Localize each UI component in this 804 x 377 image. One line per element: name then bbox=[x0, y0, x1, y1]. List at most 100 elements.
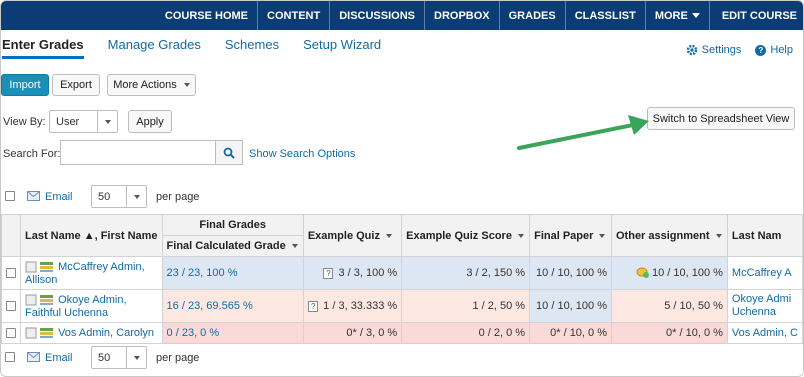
chevron-down-icon[interactable] bbox=[715, 233, 722, 238]
last-name-cell[interactable]: Okoye Admi Uchenna bbox=[726, 289, 803, 323]
user-card-icon bbox=[25, 327, 53, 339]
final-paper-header[interactable]: Final Paper bbox=[529, 214, 612, 257]
example-quiz-score-header[interactable]: Example Quiz Score bbox=[401, 214, 531, 257]
search-input[interactable] bbox=[60, 140, 216, 165]
nav-dropbox[interactable]: DROPBOX bbox=[424, 1, 499, 30]
chevron-down-icon bbox=[97, 111, 117, 132]
tab-schemes[interactable]: Schemes bbox=[225, 37, 279, 59]
name-column-header[interactable]: Last Name ▲, First Name bbox=[20, 214, 163, 257]
email-icon bbox=[27, 352, 40, 362]
tab-enter-grades[interactable]: Enter Grades bbox=[2, 37, 84, 59]
final-grade-cell[interactable]: 23 / 23, 100 % bbox=[161, 256, 304, 290]
export-button[interactable]: Export bbox=[52, 74, 100, 96]
quiz-score-cell: 1 / 2, 50 % bbox=[401, 289, 531, 323]
per-page-select-bottom[interactable]: 50 bbox=[91, 346, 147, 369]
chevron-down-icon bbox=[126, 347, 146, 368]
per-page-value: 50 bbox=[98, 351, 111, 364]
last-name-header[interactable]: Last Nam bbox=[726, 214, 803, 257]
user-card-icon bbox=[25, 294, 53, 306]
switch-spreadsheet-button[interactable]: Switch to Spreadsheet View bbox=[647, 107, 795, 130]
apply-button[interactable]: Apply bbox=[128, 110, 172, 133]
quiz-score-cell: 3 / 2, 150 % bbox=[401, 256, 531, 290]
example-quiz-header[interactable]: Example Quiz bbox=[302, 214, 403, 257]
other-header-label: Other assignment bbox=[616, 229, 710, 242]
user-card-icon bbox=[25, 261, 53, 273]
final-grades-group-header: Final Grades bbox=[161, 214, 304, 236]
quiz-score-header-label: Example Quiz Score bbox=[406, 229, 512, 242]
tab-setup-wizard[interactable]: Setup Wizard bbox=[303, 37, 381, 59]
chevron-down-icon[interactable] bbox=[385, 233, 392, 238]
other-assignment-cell: 0* / 10, 0 % bbox=[611, 322, 728, 344]
show-search-options-link[interactable]: Show Search Options bbox=[249, 148, 355, 160]
table-row: Vos Admin, Carolyn 0 / 23, 0 % 0* / 3, 0… bbox=[1, 322, 803, 344]
final-paper-cell: 10 / 10, 100 % bbox=[529, 256, 612, 290]
table-row: McCaffrey Admin, Allison 23 / 23, 100 % … bbox=[1, 256, 803, 290]
nav-discussions[interactable]: DISCUSSIONS bbox=[329, 1, 424, 30]
final-paper-header-label: Final Paper bbox=[534, 229, 594, 242]
chevron-down-icon bbox=[183, 83, 190, 87]
row-checkbox[interactable] bbox=[6, 268, 16, 278]
final-calculated-grade-header[interactable]: Final Calculated Grade bbox=[161, 235, 304, 257]
row-select bbox=[1, 289, 21, 323]
help-label: Help bbox=[770, 44, 793, 56]
email-link[interactable]: Email bbox=[45, 191, 73, 203]
search-icon bbox=[223, 147, 235, 159]
gear-icon bbox=[686, 44, 697, 56]
per-page-label: per page bbox=[156, 191, 200, 203]
final-grade-cell[interactable]: 0 / 23, 0 % bbox=[161, 322, 304, 344]
chevron-down-icon bbox=[691, 13, 700, 18]
last-name-cell[interactable]: McCaffrey A bbox=[726, 256, 803, 290]
view-by-select[interactable]: User bbox=[49, 110, 118, 133]
chevron-down-icon[interactable] bbox=[599, 233, 606, 238]
row-checkbox[interactable] bbox=[6, 301, 16, 311]
nav-more[interactable]: MORE bbox=[644, 1, 709, 30]
nav-grades[interactable]: GRADES bbox=[498, 1, 565, 30]
settings-link[interactable]: Settings bbox=[686, 44, 742, 56]
more-actions-button[interactable]: More Actions bbox=[107, 74, 196, 96]
page-tools: Settings ? Help bbox=[672, 44, 793, 56]
quiz-attempt-icon[interactable]: ? bbox=[308, 300, 319, 312]
row-select bbox=[1, 322, 21, 344]
per-page-value: 50 bbox=[98, 190, 111, 203]
import-button[interactable]: Import bbox=[1, 74, 49, 96]
final-paper-cell: 10 / 10, 100 % bbox=[529, 289, 612, 323]
nav-course-home[interactable]: COURSE HOME bbox=[156, 1, 257, 30]
select-all-checkbox-bottom[interactable] bbox=[5, 352, 15, 362]
chevron-down-icon bbox=[126, 186, 146, 207]
nav-edit-course[interactable]: EDIT COURSE bbox=[708, 1, 803, 30]
course-navbar: COURSE HOME CONTENT DISCUSSIONS DROPBOX … bbox=[1, 1, 803, 30]
other-assignment-cell: 10 / 10, 100 % bbox=[611, 256, 728, 290]
email-link-bottom[interactable]: Email bbox=[45, 352, 73, 364]
quiz-attempt-icon[interactable]: ? bbox=[323, 267, 334, 279]
search-button[interactable] bbox=[215, 140, 243, 165]
student-name-link[interactable]: Vos Admin, Carolyn bbox=[58, 327, 154, 339]
chevron-down-icon[interactable] bbox=[517, 233, 524, 238]
nav-content[interactable]: CONTENT bbox=[257, 1, 329, 30]
select-all-checkbox[interactable] bbox=[5, 191, 15, 201]
student-name-cell: Vos Admin, Carolyn bbox=[20, 322, 163, 344]
row-checkbox[interactable] bbox=[6, 328, 16, 338]
search-label: Search For: bbox=[3, 148, 61, 160]
settings-label: Settings bbox=[701, 44, 742, 56]
other-assignment-header[interactable]: Other assignment bbox=[611, 214, 728, 257]
other-assignment-cell: 5 / 10, 50 % bbox=[611, 289, 728, 323]
more-actions-label: More Actions bbox=[113, 79, 177, 91]
student-name-cell: McCaffrey Admin, Allison bbox=[20, 256, 163, 290]
quiz-value: 1 / 3, 33.333 % bbox=[323, 300, 398, 312]
last-name-cell[interactable]: Vos Admin, C bbox=[726, 322, 803, 344]
tab-manage-grades[interactable]: Manage Grades bbox=[108, 37, 201, 59]
other-value: 10 / 10, 100 % bbox=[651, 266, 723, 279]
feedback-icon[interactable] bbox=[636, 267, 650, 279]
quiz-cell: ? 3 / 3, 100 % bbox=[302, 256, 403, 290]
chevron-down-icon[interactable] bbox=[291, 244, 298, 249]
final-grade-cell[interactable]: 16 / 23, 69.565 % bbox=[161, 289, 304, 323]
per-page-select[interactable]: 50 bbox=[91, 185, 147, 208]
nav-classlist[interactable]: CLASSLIST bbox=[564, 1, 645, 30]
help-link[interactable]: ? Help bbox=[755, 44, 793, 56]
per-page-label-bottom: per page bbox=[156, 352, 200, 364]
quiz-header-label: Example Quiz bbox=[307, 229, 380, 242]
last-name-header-label: Last Nam bbox=[731, 229, 782, 242]
nav-more-label: MORE bbox=[654, 9, 688, 22]
name-header-label: Last Name ▲, First Name bbox=[25, 229, 158, 242]
gradebook-window: COURSE HOME CONTENT DISCUSSIONS DROPBOX … bbox=[0, 0, 804, 377]
